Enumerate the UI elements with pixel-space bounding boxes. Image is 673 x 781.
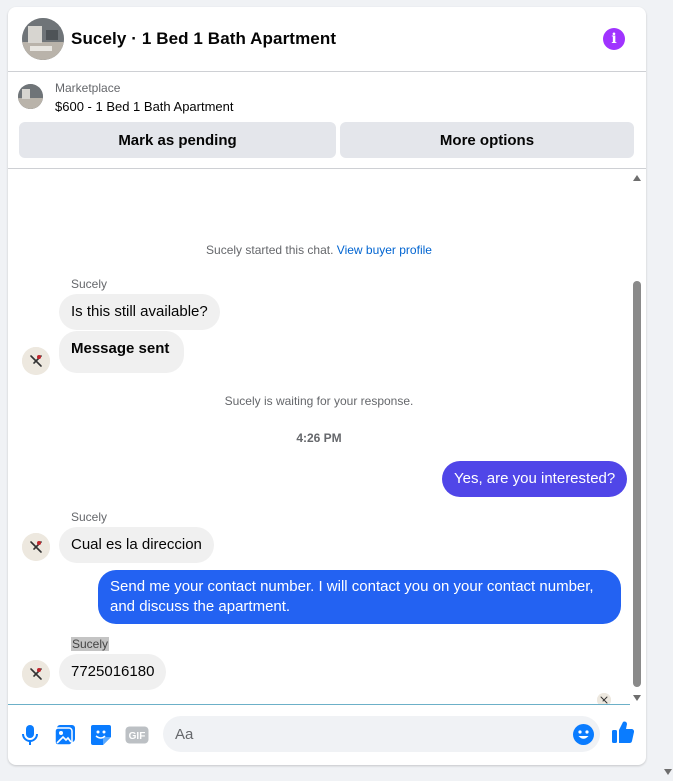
listing-source: Marketplace: [55, 81, 121, 95]
chat-started-text: Sucely started this chat.: [206, 243, 334, 257]
incoming-message[interactable]: Message sent: [59, 331, 185, 373]
mark-as-pending-button[interactable]: Mark as pending: [19, 122, 336, 158]
contact-avatar[interactable]: [22, 18, 64, 60]
gif-icon[interactable]: GIF: [125, 724, 149, 746]
info-icon[interactable]: i: [603, 28, 625, 50]
sender-name: Sucely: [71, 637, 110, 651]
seen-indicator-avatar: [597, 693, 611, 704]
message-list[interactable]: Sucely started this chat. View buyer pro…: [8, 169, 630, 704]
chat-header: Sucely · 1 Bed 1 Bath Apartment i: [8, 7, 646, 72]
scroll-up-icon[interactable]: [633, 175, 641, 181]
avatar-icon: [22, 660, 50, 688]
microphone-icon[interactable]: [19, 724, 41, 746]
sender-name-highlight: Sucely: [71, 637, 110, 651]
sender-name: Sucely: [71, 510, 108, 524]
listing-thumbnail[interactable]: [18, 84, 43, 109]
message-input[interactable]: [163, 716, 600, 752]
more-options-button[interactable]: More options: [340, 122, 634, 158]
incoming-message[interactable]: 7725016180: [59, 654, 167, 690]
sender-avatar[interactable]: [22, 533, 50, 561]
avatar-icon: [22, 347, 50, 375]
sender-avatar[interactable]: [22, 347, 50, 375]
message-composer: GIF: [8, 705, 646, 765]
incoming-message[interactable]: Is this still available?: [59, 294, 220, 330]
emoji-icon[interactable]: [573, 724, 594, 745]
timestamp: 4:26 PM: [296, 431, 342, 445]
scroll-down-icon[interactable]: [633, 695, 641, 701]
sender-avatar[interactable]: [22, 660, 50, 688]
like-icon[interactable]: [611, 720, 637, 746]
avatar-icon: [22, 533, 50, 561]
waiting-notice: Sucely is waiting for your response.: [224, 394, 414, 408]
gif-icon-label: GIF: [129, 731, 146, 742]
incoming-message[interactable]: Cual es la direccion: [59, 527, 214, 563]
outgoing-message[interactable]: Yes, are you interested?: [442, 461, 628, 497]
sender-name: Sucely: [71, 277, 108, 291]
marketplace-listing: Marketplace $600 - 1 Bed 1 Bath Apartmen…: [8, 72, 646, 169]
chat-start-notice: Sucely started this chat. View buyer pro…: [8, 243, 630, 257]
scrollbar-thumb[interactable]: [633, 281, 641, 687]
chat-window: Sucely · 1 Bed 1 Bath Apartment i Market…: [8, 7, 646, 765]
avatar-icon: [597, 693, 611, 704]
listing-title[interactable]: $600 - 1 Bed 1 Bath Apartment: [55, 99, 234, 114]
outgoing-message[interactable]: Send me your contact number. I will cont…: [98, 570, 621, 624]
photo-icon[interactable]: [54, 724, 76, 746]
chat-title[interactable]: Sucely · 1 Bed 1 Bath Apartment: [71, 29, 336, 49]
page-scroll-down-icon[interactable]: [664, 769, 672, 775]
sticker-icon[interactable]: [90, 724, 112, 746]
clipped-previous-message: [8, 169, 630, 175]
message-scrollbar[interactable]: [630, 169, 644, 706]
view-buyer-profile-link[interactable]: View buyer profile: [337, 243, 432, 257]
